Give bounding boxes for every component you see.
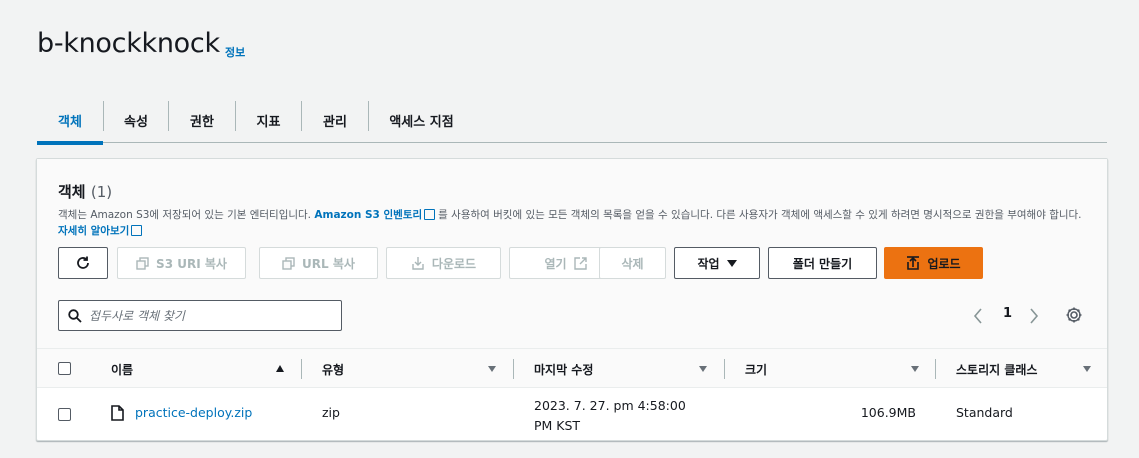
inventory-link[interactable]: Amazon S3 인벤토리 [314, 209, 422, 221]
copy-icon [136, 256, 149, 270]
column-header-last-modified[interactable]: 마지막 수정 [534, 349, 593, 389]
column-divider [935, 359, 936, 379]
description-text-1: 객체는 Amazon S3에 저장되어 있는 기본 엔터티입니다. [58, 209, 315, 221]
select-all-checkbox[interactable] [58, 362, 71, 375]
object-last-modified: 2023. 7. 27. pm 4:58:00 PM KST [534, 396, 686, 436]
panel-title: 객체 (1) [58, 181, 112, 202]
object-count: (1) [90, 183, 113, 201]
column-divider [513, 359, 514, 379]
panel-description: 객체는 Amazon S3에 저장되어 있는 기본 엔터티입니다. Amazon… [58, 207, 1088, 239]
copy-url-label: URL 복사 [302, 256, 355, 271]
column-divider [301, 359, 302, 379]
copy-icon [282, 256, 295, 270]
tab-access-points[interactable]: 액세스 지점 [369, 97, 474, 143]
tab-objects[interactable]: 객체 [37, 97, 103, 145]
description-text-2: 를 사용하여 버킷에 있는 모든 객체의 목록을 얻을 수 있습니다. 다른 사… [438, 209, 1082, 221]
copy-s3-uri-label: S3 URI 복사 [156, 256, 227, 271]
tab-permissions[interactable]: 권한 [169, 97, 235, 143]
learn-more-link[interactable]: 자세히 알아보기 [58, 225, 129, 237]
download-button[interactable]: 다운로드 [386, 247, 501, 279]
column-divider [724, 359, 725, 379]
actions-dropdown[interactable]: 작업 [674, 247, 760, 279]
caret-down-icon [726, 259, 737, 267]
delete-label: 삭제 [621, 256, 644, 271]
file-icon [111, 405, 124, 421]
download-icon [412, 257, 424, 270]
create-folder-label: 폴더 만들기 [792, 256, 853, 271]
sort-icon[interactable] [488, 366, 496, 372]
tab-management[interactable]: 관리 [302, 97, 368, 143]
external-link-icon [424, 209, 436, 220]
refresh-button[interactable] [58, 247, 108, 279]
object-storage-class: Standard [956, 405, 1013, 420]
search-icon [68, 309, 82, 323]
tab-bar: 객체 속성 권한 지표 관리 액세스 지점 [37, 97, 1107, 145]
objects-panel: 객체 (1) 객체는 Amazon S3에 저장되어 있는 기본 엔터티입니다.… [36, 158, 1108, 441]
search-placeholder: 접두사로 객체 찾기 [89, 309, 185, 323]
upload-icon [907, 256, 920, 270]
external-link-icon [573, 256, 587, 270]
last-modified-line-2: PM KST [534, 418, 581, 433]
open-label: 열기 [544, 256, 567, 271]
upload-button[interactable]: 업로드 [884, 247, 983, 279]
delete-button[interactable]: 삭제 [599, 247, 666, 279]
upload-label: 업로드 [927, 256, 961, 271]
external-link-icon [131, 225, 143, 236]
object-size: 106.9MB [860, 405, 916, 420]
panel-title-text: 객체 [58, 183, 86, 201]
page-number[interactable]: 1 [1003, 306, 1012, 321]
info-link[interactable]: 정보 [225, 44, 245, 60]
tab-metrics[interactable]: 지표 [236, 97, 301, 143]
tab-properties[interactable]: 속성 [104, 97, 168, 143]
sort-icon[interactable] [699, 366, 707, 372]
column-header-name[interactable]: 이름 [111, 349, 133, 389]
gear-icon[interactable] [1065, 306, 1083, 324]
actions-label: 작업 [697, 256, 720, 271]
sort-icon[interactable] [911, 366, 919, 372]
table-row: practice-deploy.zip zip 2023. 7. 27. pm … [37, 388, 1107, 440]
sort-icon[interactable] [1083, 366, 1091, 372]
column-header-type[interactable]: 유형 [322, 349, 344, 389]
object-name-link[interactable]: practice-deploy.zip [135, 405, 252, 420]
refresh-icon [77, 256, 89, 269]
column-header-storage-class[interactable]: 스토리지 클래스 [956, 349, 1037, 389]
column-header-size[interactable]: 크기 [745, 349, 767, 389]
copy-s3-uri-button[interactable]: S3 URI 복사 [117, 247, 246, 279]
page-title: b-knockknock [37, 28, 220, 59]
create-folder-button[interactable]: 폴더 만들기 [768, 247, 877, 279]
row-checkbox[interactable] [58, 408, 71, 421]
download-label: 다운로드 [431, 256, 477, 271]
table-header: 이름 유형 마지막 수정 크기 스토리지 클래스 [37, 348, 1107, 388]
object-type: zip [322, 405, 340, 420]
last-modified-line-1: 2023. 7. 27. pm 4:58:00 [534, 398, 686, 413]
copy-url-button[interactable]: URL 복사 [259, 247, 378, 279]
search-input[interactable]: 접두사로 객체 찾기 [58, 300, 342, 331]
sort-ascending-icon[interactable] [276, 365, 284, 372]
chevron-right-icon[interactable] [1029, 308, 1039, 324]
chevron-left-icon[interactable] [973, 308, 983, 324]
